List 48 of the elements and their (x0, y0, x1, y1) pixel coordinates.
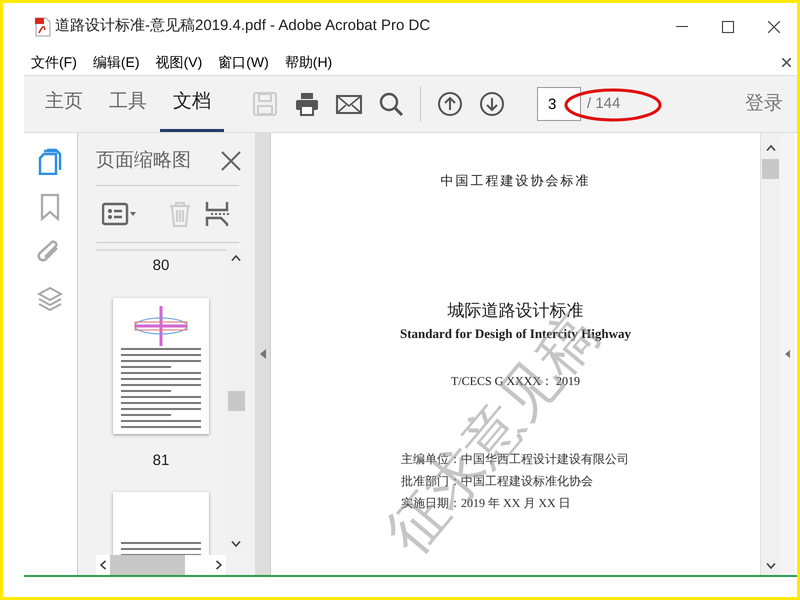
trash-icon (167, 200, 193, 228)
scroll-down-icon (766, 563, 776, 569)
panel-title: 页面缩略图 (96, 148, 192, 173)
menu-item[interactable]: 帮助(H) (276, 52, 340, 73)
minimize-icon (676, 26, 688, 28)
close-icon (782, 58, 791, 67)
page-count: / 144 (587, 94, 620, 114)
page-number: 80 (152, 256, 170, 276)
horizontal-scrollbar[interactable] (96, 555, 226, 575)
scroll-up-icon (231, 255, 241, 261)
vertical-scrollbar[interactable] (760, 133, 780, 575)
scroll-down-icon (231, 541, 241, 547)
scrollbar-thumb[interactable] (110, 555, 185, 575)
menu-item[interactable]: 视图(V) (148, 52, 210, 73)
collapse-left-icon (260, 349, 266, 359)
maximize-icon (722, 20, 734, 32)
scroll-right-icon (216, 560, 222, 570)
scroll-left-icon (100, 560, 106, 570)
printer-icon (294, 91, 320, 117)
sign-in-link[interactable]: 登录 (745, 76, 797, 132)
expand-pane-handle[interactable] (780, 133, 795, 575)
arrow-down-circle-icon (479, 91, 505, 117)
close-icon (221, 151, 241, 171)
save-icon (252, 91, 278, 117)
document-header: 中国工程建设协会标准 (440, 172, 592, 190)
page-thumbnail[interactable] (113, 298, 209, 434)
menu-item[interactable]: 编辑(E) (84, 52, 148, 73)
scrollbar-thumb[interactable] (228, 391, 244, 411)
scrollbar-thumb[interactable] (762, 159, 779, 179)
menu-item[interactable]: 文件(F) (23, 52, 85, 73)
pdf-file-icon (35, 16, 51, 36)
tab[interactable]: 主页 (32, 76, 96, 132)
scroll-up-icon (766, 145, 776, 151)
page-number: 81 (152, 450, 170, 470)
window-title: 道路设计标准-意见稿2019.4.pdf - Adobe Acrobat Pro DC (55, 16, 432, 36)
pages-icon (37, 147, 63, 175)
list-options-icon (102, 200, 138, 228)
menu-item[interactable]: 窗口(W) (210, 52, 277, 73)
tab[interactable]: 工具 (96, 76, 160, 132)
collapse-left-icon (785, 350, 790, 358)
page-number-field[interactable]: 3 (537, 87, 581, 121)
collapse-panel-handle[interactable] (255, 133, 270, 575)
close-panel-button[interactable] (221, 151, 241, 171)
arrow-up-circle-icon (437, 91, 463, 117)
close-icon (768, 20, 780, 32)
search-icon (378, 91, 404, 117)
extract-pages-icon (205, 200, 231, 228)
layers-icon (37, 285, 63, 313)
